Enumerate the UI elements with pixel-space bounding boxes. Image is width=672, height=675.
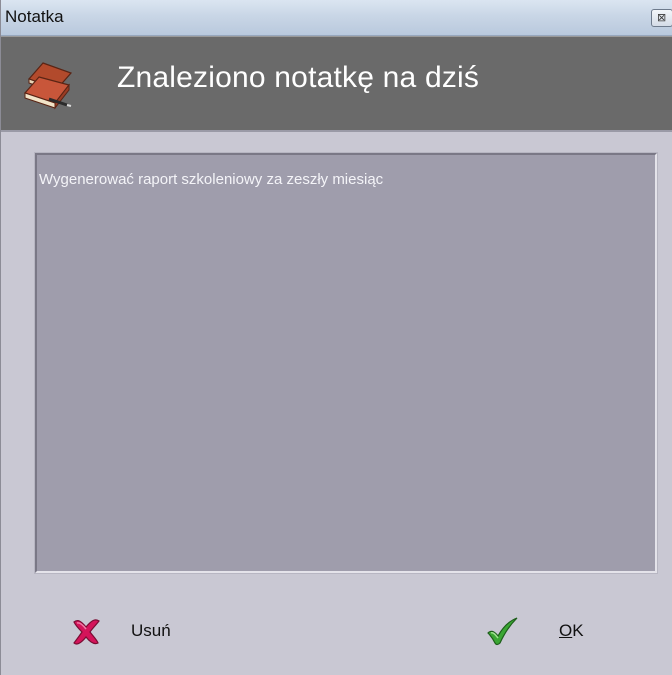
note-text-area[interactable]: Wygenerować raport szkoleniowy za zeszły… [34, 152, 658, 574]
red-x-icon [73, 619, 100, 645]
dialog-header: Znaleziono notatkę na dziś [1, 36, 672, 132]
close-icon: ⊠ [657, 12, 667, 24]
delete-button[interactable]: Usuń [69, 612, 199, 652]
delete-button-label: Usuń [131, 621, 171, 640]
green-check-icon [487, 617, 518, 646]
note-dialog: Notatka ⊠ Znaleziono notatkę na dziś Wyg… [0, 0, 672, 675]
header-title: Znaleziono notatkę na dziś [117, 61, 480, 94]
title-bar[interactable]: Notatka ⊠ [1, 0, 672, 36]
window-title: Notatka [5, 7, 64, 26]
notebook-icon [23, 62, 73, 110]
note-text: Wygenerować raport szkoleniowy za zeszły… [39, 171, 384, 188]
ok-button-label: OK [559, 621, 584, 640]
ok-button[interactable]: OK [481, 612, 601, 652]
close-button[interactable]: ⊠ [651, 9, 672, 27]
